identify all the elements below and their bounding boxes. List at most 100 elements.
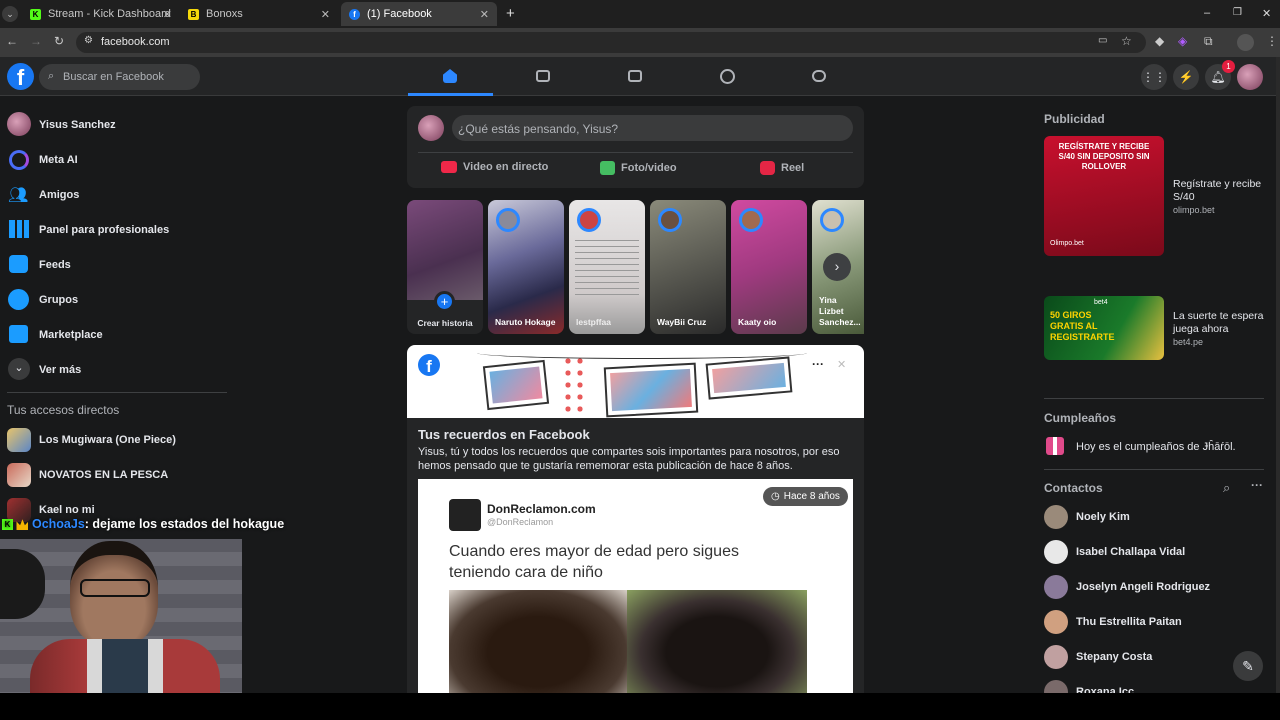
contact-name[interactable]: Thu Estrellita Paitan xyxy=(1076,616,1182,628)
tab-title: (1) Facebook xyxy=(367,8,432,20)
ad-brand: bet4 xyxy=(1094,299,1108,306)
close-tab-icon[interactable]: ✕ xyxy=(163,8,172,21)
story-card[interactable]: WayBii Cruz xyxy=(650,200,726,334)
banner-photo xyxy=(603,362,699,418)
create-story-card[interactable]: + Crear historia xyxy=(407,200,483,334)
sidebar-divider xyxy=(7,392,227,393)
site-info-icon[interactable]: ⚙ xyxy=(84,35,93,46)
maximize-button[interactable]: ❐ xyxy=(1233,7,1242,18)
contact-name[interactable]: Isabel Challapa Vidal xyxy=(1076,546,1185,558)
contact-name[interactable]: Stepany Costa xyxy=(1076,651,1152,663)
sidebar-item-meta-ai[interactable]: Meta AI xyxy=(39,154,78,166)
shortcuts-title: Tus accesos directos xyxy=(7,403,120,417)
birthday-text[interactable]: Hoy es el cumpleaños de Ɉĥāŕōl. xyxy=(1076,441,1236,453)
meta-ai-icon xyxy=(9,150,29,170)
close-tab-icon[interactable]: ✕ xyxy=(480,8,489,21)
plus-icon[interactable]: + xyxy=(434,291,455,312)
chevron-down-icon: ⌄ xyxy=(8,358,30,380)
sidebar-item-amigos[interactable]: Amigos xyxy=(39,189,79,201)
close-icon[interactable]: ✕ xyxy=(837,358,846,371)
story-document-lines xyxy=(575,240,639,300)
facebook-logo-icon[interactable]: f xyxy=(7,63,34,90)
live-video-button[interactable]: Video en directo xyxy=(441,161,548,173)
extension-purple-icon[interactable]: ◈ xyxy=(1178,34,1187,48)
reel-button[interactable]: Reel xyxy=(760,161,804,175)
contacts-search-icon[interactable]: ⌕ xyxy=(1223,480,1230,496)
story-card[interactable]: Naruto Hokage xyxy=(488,200,564,334)
browser-tab-facebook[interactable]: f (1) Facebook ✕ xyxy=(341,2,497,26)
ad-image-olimpo[interactable]: REGÍSTRATE Y RECIBE S/40 SIN DEPOSITO SI… xyxy=(1044,136,1164,256)
browser-tab-bonoxs[interactable]: B Bonoxs ✕ xyxy=(180,2,338,26)
shortcut-thumb xyxy=(7,463,31,487)
composer-input[interactable]: ¿Qué estás pensando, Yisus? xyxy=(452,115,853,141)
composer-avatar xyxy=(418,115,444,141)
marketplace-icon xyxy=(9,325,28,343)
bookmark-star-icon[interactable]: ☆ xyxy=(1121,34,1132,48)
sidebar-item-profile[interactable]: Yisus Sanchez xyxy=(39,119,116,131)
browser-menu-icon[interactable]: ⋮ xyxy=(1266,34,1278,48)
story-avatar xyxy=(577,208,601,232)
kick-favicon-icon: K xyxy=(30,8,41,20)
right-divider xyxy=(1044,469,1264,470)
new-tab-button[interactable]: + xyxy=(506,5,515,22)
contact-avatar xyxy=(1044,610,1068,634)
stories-next-button[interactable]: › xyxy=(823,253,851,281)
post-author-handle: @DonReclamon xyxy=(487,517,554,527)
more-options-icon[interactable]: ··· xyxy=(812,357,824,371)
cast-icon[interactable]: ▭ xyxy=(1098,35,1107,46)
nav-gaming-icon[interactable] xyxy=(812,70,826,82)
sidebar-item-panel[interactable]: Panel para profesionales xyxy=(39,224,169,236)
photo-video-button[interactable]: Foto/video xyxy=(600,161,677,175)
story-card[interactable]: Kaaty oio xyxy=(731,200,807,334)
back-icon[interactable]: ← xyxy=(6,34,18,48)
page-scrollbar[interactable] xyxy=(1276,57,1280,693)
nav-groups-icon[interactable] xyxy=(720,69,735,84)
contact-name[interactable]: Noely Kim xyxy=(1076,511,1130,523)
browser-tab-kick[interactable]: K Stream - Kick Dashboard ✕ xyxy=(22,2,180,26)
browser-profile-avatar[interactable] xyxy=(1237,34,1254,51)
memories-banner xyxy=(407,345,864,418)
memory-post[interactable]: ◷ Hace 8 años DonReclamon.com @DonReclam… xyxy=(418,479,853,693)
chat-message: : dejame los estados del hokague xyxy=(84,517,285,531)
ad-title-olimpo[interactable]: Regístrate y recibe S/40 xyxy=(1173,178,1268,204)
search-input[interactable]: ⌕ Buscar en Facebook xyxy=(39,64,200,90)
address-bar[interactable]: ⚙ facebook.com ☆ ▭ xyxy=(76,32,1146,53)
nav-video-icon[interactable] xyxy=(536,70,550,82)
close-window-button[interactable]: ✕ xyxy=(1262,7,1271,20)
reload-icon[interactable]: ↻ xyxy=(54,34,64,48)
composer-divider xyxy=(418,152,853,153)
sidebar-item-grupos[interactable]: Grupos xyxy=(39,294,78,306)
menu-grid-icon[interactable]: ⋮⋮ xyxy=(1141,64,1167,90)
sidebar-item-feeds[interactable]: Feeds xyxy=(39,259,71,271)
browser-tab-bar: ⌄ K Stream - Kick Dashboard ✕ B Bonoxs ✕… xyxy=(0,0,1280,28)
messenger-icon[interactable]: ⚡ xyxy=(1173,64,1199,90)
extensions-puzzle-icon[interactable]: ⧉ xyxy=(1204,34,1213,49)
contacts-more-icon[interactable]: ··· xyxy=(1251,478,1263,492)
facebook-favicon-icon: f xyxy=(349,8,360,20)
tab-list-icon[interactable]: ⌄ xyxy=(2,6,18,22)
sidebar-item-ver-mas[interactable]: Ver más xyxy=(39,364,81,376)
extension-icon[interactable]: ◆ xyxy=(1155,34,1164,48)
shortcut-kael[interactable]: Kael no mi xyxy=(39,504,95,516)
close-tab-icon[interactable]: ✕ xyxy=(321,8,330,21)
bonoxs-favicon-icon: B xyxy=(188,8,199,20)
shortcut-novatos[interactable]: NOVATOS EN LA PESCA xyxy=(39,469,168,481)
nav-marketplace-icon[interactable] xyxy=(628,70,642,82)
shortcut-mugiwara[interactable]: Los Mugiwara (One Piece) xyxy=(39,434,176,446)
banner-string xyxy=(477,347,807,359)
photo-video-label: Foto/video xyxy=(621,162,677,174)
account-avatar[interactable] xyxy=(1237,64,1263,90)
forward-icon[interactable]: → xyxy=(30,34,42,48)
new-message-button[interactable]: ✎ xyxy=(1233,651,1263,681)
minimize-button[interactable]: – xyxy=(1204,7,1210,19)
dashboard-icon xyxy=(9,220,29,238)
ad-image-bet4[interactable]: bet4 50 GIROS GRATIS AL REGISTRARTE xyxy=(1044,296,1164,360)
groups-icon xyxy=(8,289,29,310)
contact-name[interactable]: Roxana Icc xyxy=(1076,686,1134,693)
ad-title-bet4[interactable]: La suerte te espera juega ahora xyxy=(1173,310,1268,336)
sidebar-item-marketplace[interactable]: Marketplace xyxy=(39,329,103,341)
contact-name[interactable]: Joselyn Angeli Rodriguez xyxy=(1076,581,1210,593)
story-label: Kaaty oio xyxy=(738,317,777,327)
story-card[interactable]: lestpffaa xyxy=(569,200,645,334)
post-author-avatar xyxy=(449,499,481,531)
